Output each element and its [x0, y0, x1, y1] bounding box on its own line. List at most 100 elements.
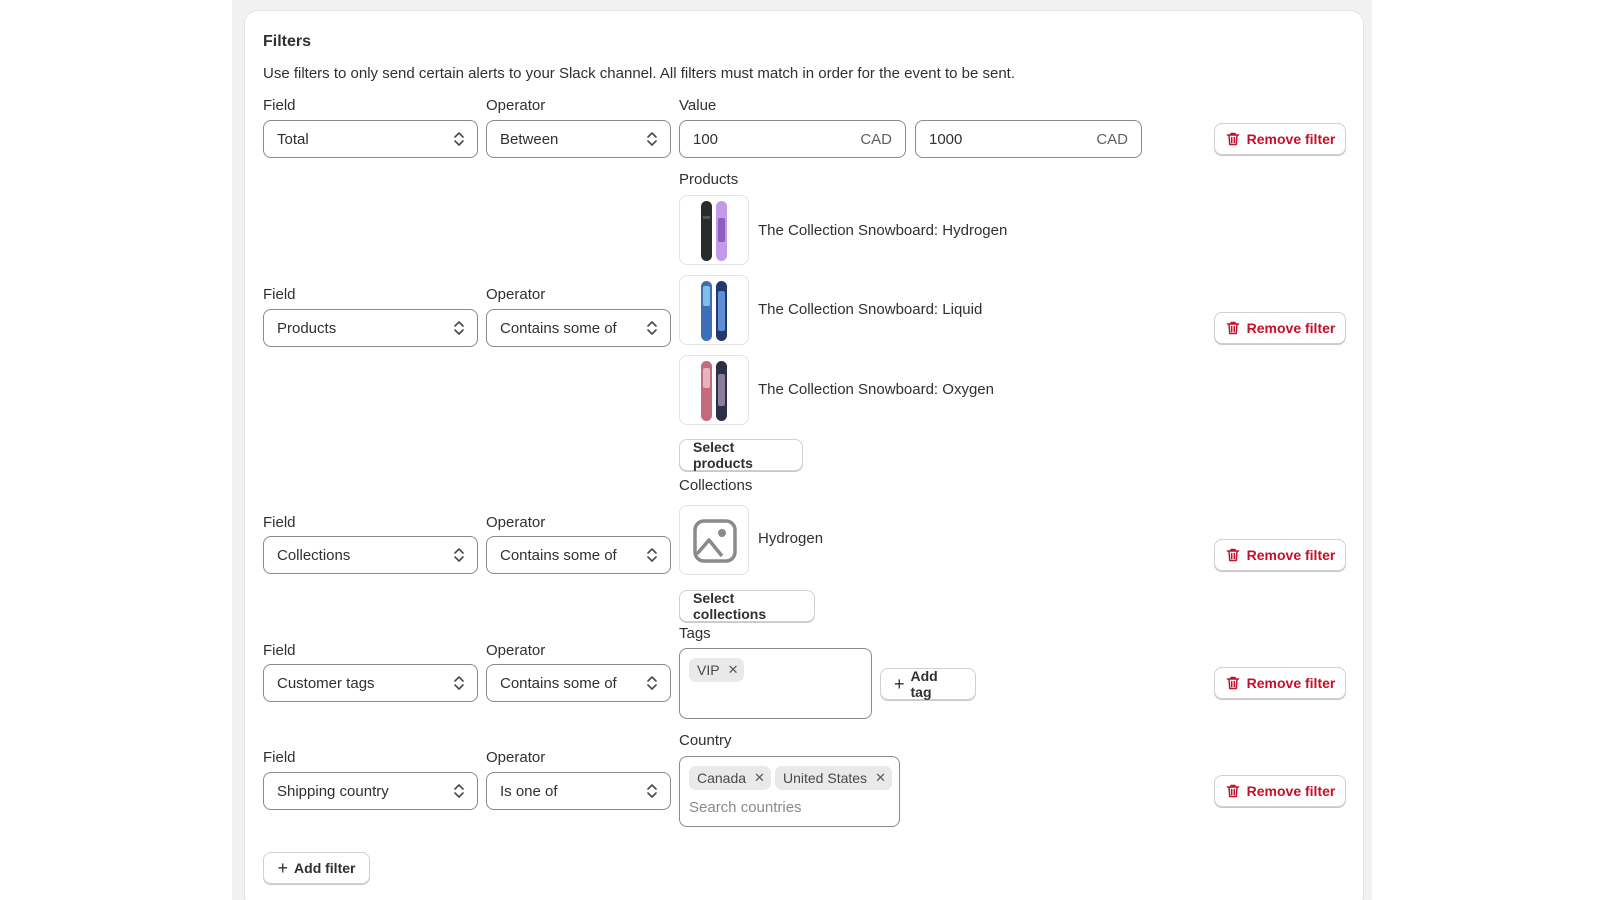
operator-select-value: Is one of [500, 783, 558, 800]
image-placeholder-icon [680, 506, 749, 575]
operator-select[interactable]: Contains some of [486, 664, 671, 702]
plus-icon: + [894, 675, 905, 693]
close-icon[interactable]: ✕ [728, 662, 739, 678]
country-chip-label: United States [783, 770, 867, 786]
currency-suffix: CAD [860, 131, 892, 148]
remove-filter-label: Remove filter [1247, 547, 1336, 563]
add-filter-label: Add filter [294, 860, 355, 876]
field-select[interactable]: Customer tags [263, 664, 478, 702]
product-thumbnail [679, 195, 749, 265]
tag-chip: VIP ✕ [689, 658, 744, 682]
operator-select[interactable]: Contains some of [486, 309, 671, 347]
add-filter-button[interactable]: + Add filter [263, 852, 370, 884]
remove-filter-label: Remove filter [1247, 320, 1336, 336]
operator-select[interactable]: Contains some of [486, 536, 671, 574]
select-chevron-icon [646, 674, 658, 692]
select-chevron-icon [453, 782, 465, 800]
snowboard-image [680, 356, 749, 425]
select-chevron-icon [646, 546, 658, 564]
product-name: The Collection Snowboard: Hydrogen [758, 222, 1007, 239]
plus-icon: + [278, 859, 289, 877]
collection-name: Hydrogen [758, 530, 823, 547]
select-chevron-icon [646, 130, 658, 148]
operator-select-value: Contains some of [500, 547, 617, 564]
search-countries-placeholder[interactable]: Search countries [689, 799, 802, 816]
select-chevron-icon [646, 319, 658, 337]
operator-select-value: Contains some of [500, 320, 617, 337]
remove-filter-button[interactable]: Remove filter [1214, 539, 1346, 571]
value-label: Value [679, 97, 716, 114]
operator-select[interactable]: Is one of [486, 772, 671, 810]
product-thumbnail [679, 355, 749, 425]
trash-icon [1225, 675, 1241, 691]
close-icon[interactable]: ✕ [875, 770, 886, 786]
field-select[interactable]: Collections [263, 536, 478, 574]
products-label: Products [679, 171, 738, 188]
product-name: The Collection Snowboard: Oxygen [758, 381, 994, 398]
field-label: Field [263, 97, 296, 114]
remove-filter-label: Remove filter [1247, 131, 1336, 147]
add-tag-label: Add tag [911, 668, 962, 700]
operator-label: Operator [486, 642, 545, 659]
trash-icon [1225, 320, 1241, 336]
select-chevron-icon [453, 319, 465, 337]
trash-icon [1225, 131, 1241, 147]
snowboard-image [680, 276, 749, 345]
select-chevron-icon [453, 130, 465, 148]
remove-filter-button[interactable]: Remove filter [1214, 312, 1346, 344]
tags-input[interactable]: VIP ✕ [679, 648, 872, 719]
select-collections-button[interactable]: Select collections [679, 590, 815, 622]
tags-label: Tags [679, 625, 711, 642]
section-title: Filters [263, 33, 311, 51]
field-select-value: Products [277, 320, 336, 337]
remove-filter-label: Remove filter [1247, 675, 1336, 691]
operator-select-value: Contains some of [500, 675, 617, 692]
field-label: Field [263, 286, 296, 303]
operator-label: Operator [486, 749, 545, 766]
field-label: Field [263, 642, 296, 659]
collection-thumbnail [679, 505, 749, 575]
country-input[interactable]: Canada ✕ United States ✕ Search countrie… [679, 756, 900, 827]
country-chip: Canada ✕ [689, 766, 771, 790]
field-select-value: Collections [277, 547, 350, 564]
operator-select-value: Between [500, 131, 558, 148]
select-collections-label: Select collections [693, 590, 801, 622]
collections-label: Collections [679, 477, 752, 494]
product-name: The Collection Snowboard: Liquid [758, 301, 982, 318]
min-value: 100 [693, 131, 718, 148]
snowboard-image [680, 196, 749, 265]
close-icon[interactable]: ✕ [754, 770, 765, 786]
product-thumbnail [679, 275, 749, 345]
remove-filter-label: Remove filter [1247, 783, 1336, 799]
add-tag-button[interactable]: + Add tag [880, 668, 976, 700]
section-description: Use filters to only send certain alerts … [263, 65, 1015, 82]
min-value-input[interactable]: 100 CAD [679, 120, 906, 158]
country-label: Country [679, 732, 732, 749]
select-chevron-icon [453, 674, 465, 692]
field-select[interactable]: Products [263, 309, 478, 347]
field-select-value: Total [277, 131, 309, 148]
tag-chip-label: VIP [697, 662, 720, 678]
field-label: Field [263, 514, 296, 531]
select-chevron-icon [453, 546, 465, 564]
country-chip: United States ✕ [775, 766, 892, 790]
remove-filter-button[interactable]: Remove filter [1214, 775, 1346, 807]
select-products-button[interactable]: Select products [679, 439, 803, 471]
filters-card: Filters Use filters to only send certain… [244, 10, 1364, 900]
country-chip-label: Canada [697, 770, 746, 786]
currency-suffix: CAD [1096, 131, 1128, 148]
field-label: Field [263, 749, 296, 766]
max-value-input[interactable]: 1000 CAD [915, 120, 1142, 158]
select-products-label: Select products [693, 439, 789, 471]
remove-filter-button[interactable]: Remove filter [1214, 123, 1346, 155]
operator-label: Operator [486, 514, 545, 531]
trash-icon [1225, 547, 1241, 563]
field-select-value: Shipping country [277, 783, 389, 800]
field-select[interactable]: Shipping country [263, 772, 478, 810]
operator-label: Operator [486, 286, 545, 303]
remove-filter-button[interactable]: Remove filter [1214, 667, 1346, 699]
operator-label: Operator [486, 97, 545, 114]
operator-select[interactable]: Between [486, 120, 671, 158]
trash-icon [1225, 783, 1241, 799]
field-select[interactable]: Total [263, 120, 478, 158]
